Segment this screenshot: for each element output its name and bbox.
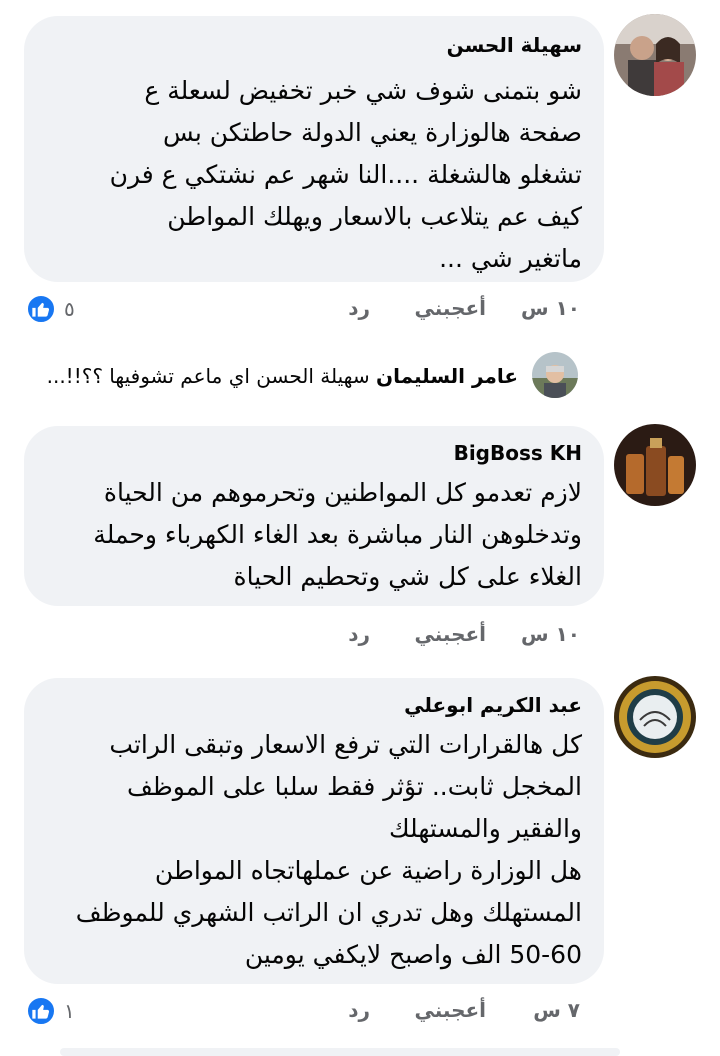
comment-actions-2: ١٠ س أعجبني رد bbox=[0, 622, 720, 652]
comment-text: كل هالقرارات التي ترفع الاسعار وتبقى الر… bbox=[75, 730, 582, 969]
comment-time[interactable]: ١٠ س bbox=[521, 622, 580, 646]
reply-button[interactable]: رد bbox=[348, 622, 370, 646]
thumbs-up-icon[interactable] bbox=[26, 996, 56, 1026]
comment-bubble-3: عبد الكريم ابوعلي كل هالقرارات التي ترفع… bbox=[24, 678, 604, 984]
reply-author[interactable]: عامر السليمان bbox=[376, 364, 518, 388]
reply-text: سهيلة الحسن اي ماعم تشوفيها ؟؟!!... bbox=[46, 364, 370, 388]
avatar-replier[interactable] bbox=[532, 352, 578, 398]
comment-time[interactable]: ٧ س bbox=[533, 998, 580, 1022]
comment-actions-3: ٧ س أعجبني رد bbox=[0, 998, 720, 1028]
like-button[interactable]: أعجبني bbox=[415, 998, 487, 1022]
avatar-commenter-3[interactable] bbox=[614, 676, 696, 758]
avatar-commenter-2[interactable] bbox=[614, 424, 696, 506]
comment-actions-1: ١٠ س أعجبني رد bbox=[0, 296, 720, 326]
like-button[interactable]: أعجبني bbox=[415, 296, 487, 320]
comment-author[interactable]: BigBoss KH bbox=[46, 440, 582, 466]
avatar-commenter-1[interactable] bbox=[614, 14, 696, 96]
thumbs-up-icon[interactable] bbox=[26, 294, 56, 324]
comment-text: لازم تعدمو كل المواطنين وتحرموهم من الحي… bbox=[93, 478, 582, 591]
reply-preview[interactable]: عامر السليمان سهيلة الحسن اي ماعم تشوفيه… bbox=[47, 364, 518, 388]
comment-bubble-1: سهيلة الحسن شو بتمنى شوف شي خبر تخفيض لس… bbox=[24, 16, 604, 282]
comment-text: شو بتمنى شوف شي خبر تخفيض لسعلة ع صفحة ه… bbox=[109, 76, 582, 273]
reaction-count[interactable]: ١ bbox=[64, 999, 75, 1023]
comment-author[interactable]: عبد الكريم ابوعلي bbox=[46, 692, 582, 718]
reply-button[interactable]: رد bbox=[348, 998, 370, 1022]
reply-button[interactable]: رد bbox=[348, 296, 370, 320]
reaction-count[interactable]: ٥ bbox=[64, 297, 75, 321]
like-button[interactable]: أعجبني bbox=[415, 622, 487, 646]
next-comment-edge bbox=[60, 1048, 620, 1056]
comment-bubble-2: BigBoss KH لازم تعدمو كل المواطنين وتحرم… bbox=[24, 426, 604, 606]
comment-time[interactable]: ١٠ س bbox=[521, 296, 580, 320]
comment-author[interactable]: سهيلة الحسن bbox=[46, 32, 582, 58]
